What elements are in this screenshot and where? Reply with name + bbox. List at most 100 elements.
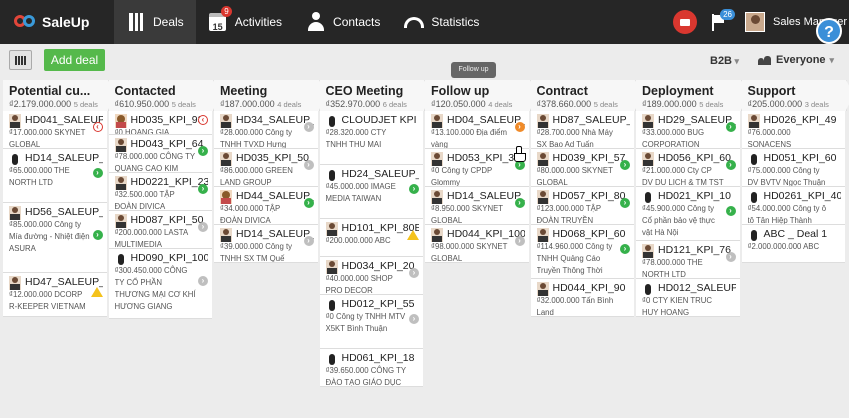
next-activity-icon[interactable] [514,198,525,208]
next-activity-icon[interactable] [303,198,314,208]
deal-card[interactable]: HD04_SALEUP_10 ₫13.100.000 Địa điểm vàng [425,111,529,149]
deal-details: ₫0 Công ty TNHH MTV X5KT Bình Thuận [325,312,406,333]
next-activity-icon[interactable] [620,198,630,208]
no-activity-icon[interactable] [409,268,419,278]
stage-header[interactable]: Deployment ₫189.000.000 5 deals [636,80,748,111]
deal-card[interactable]: HD090_KPI_100 ₫300.450.000 CÔNG TY CỔ PHẦ… [108,249,212,319]
deal-card[interactable]: HD057_KPI_80 ₫123.000.000 TẬP ĐOÀN TRUYỀN… [530,187,634,225]
help-button[interactable]: ? [816,18,842,44]
video-call-icon[interactable] [673,10,697,34]
overdue-activity-icon[interactable] [198,115,208,125]
next-activity-icon[interactable] [92,230,103,240]
pipeline-view-toggle[interactable] [9,50,32,70]
pipeline-select[interactable]: B2B [710,55,739,67]
app-logo[interactable]: SaleUp [14,14,114,30]
deal-card[interactable]: HD87_SALEUP_20 ₫28.700.000 Nhà Máy SX Bao… [530,111,634,149]
deal-details: ₫21.000.000 Cty CP DV DU LICH & TM TST –… [642,166,724,187]
deal-card[interactable]: HD043_KPI_64 ₫78.000.000 CÔNG TY QUANG CA… [108,135,212,173]
no-activity-icon[interactable] [303,236,314,246]
deal-card[interactable]: HD034_KPI_20 ₫40.000.000 SHOP PRO DECOR [319,257,423,295]
next-activity-icon[interactable] [198,184,208,194]
no-activity-icon[interactable] [198,222,208,232]
deal-card[interactable]: HD44_SALEUP_24 ₫34.000.000 TẬP ĐOÀN DIVIC… [214,187,318,225]
deal-details: ₫39.650.000 CÔNG TY ĐÀO TẠO GIÁO DỤC [325,366,406,387]
next-activity-icon[interactable] [620,244,630,254]
warning-icon[interactable] [90,287,103,297]
stage-header[interactable]: Support ₫205.000.000 3 deals [741,80,849,111]
deal-card[interactable]: HD101_KPI_80E ₫200.000.000 ABC [319,219,423,257]
owner-avatar-icon [536,282,549,296]
deal-card[interactable]: HD0221_KPI_23 ₫32.500.000 TẬP ĐOÀN DIVICA… [108,173,212,211]
owner-filter[interactable]: Everyone [758,54,834,66]
stage-header[interactable]: Contract ₫378.660.000 5 deals [530,80,643,111]
no-activity-icon[interactable] [303,160,314,170]
deal-card[interactable]: HD056_KPI_60 ₫21.000.000 Cty CP DV DU LIC… [636,149,740,187]
deal-card[interactable]: HD021_KPI_10 ₫45.900.000 Công ty Cổ phần … [636,187,740,241]
next-activity-icon[interactable] [620,160,630,170]
deal-title: HD0261_KPI_40 [763,190,842,202]
deal-card[interactable]: HD051_KPI_60 ₫75.000.000 Công ty DV BVTV … [741,149,845,187]
deal-card[interactable]: HD56_SALEUP_43 ₫85.000.000 Công ty Mía đư… [3,203,107,273]
no-activity-icon[interactable] [409,314,419,324]
no-activity-icon[interactable] [198,276,208,286]
nav-statistics[interactable]: Statistics [392,0,491,44]
next-activity-icon[interactable] [725,160,736,170]
deal-card[interactable]: HD041_SALEUP_10 ₫17.000.000 SKYNET GLOBAL [3,111,107,149]
deal-card[interactable]: HD14_SALEUP_23 ₫39.000.000 Công ty TNHH S… [214,225,318,263]
no-activity-icon[interactable] [514,236,525,246]
deal-card[interactable]: HD14_SALEUP_10 ₫8.950.000 SKYNET GLOBAL [425,187,529,225]
deal-card[interactable]: ABC _ Deal 1 ₫2.000.000.000 ABC [741,225,845,263]
next-activity-icon[interactable] [198,146,208,156]
stage-header[interactable]: Meeting ₫187.000.000 4 deals [214,80,326,111]
deal-card[interactable]: HD044_KPI_90 ₫32.000.000 Tấn Bình Land [530,279,634,317]
notifications-flag-icon[interactable]: 26 [709,9,735,33]
deal-card[interactable]: HD035_KPI_50 ₫86.000.000 GREEN LAND GROUP [214,149,318,187]
nav-contacts[interactable]: Contacts [294,0,392,44]
next-activity-icon[interactable] [409,184,419,194]
overdue-activity-icon[interactable] [92,122,103,132]
owner-avatar-icon [431,114,443,128]
nav-activities[interactable]: 15 9 Activities [196,0,294,44]
deal-title: HD035_KPI_93 [130,114,204,126]
stage-column: CEO Meeting ₫352.970.000 6 deals CLOUDJET … [319,80,432,418]
deal-card[interactable]: HD039_KPI_57 ₫80.000.000 SKYNET GLOBAL [530,149,634,187]
deal-card[interactable]: HD061_KPI_18 ₫39.650.000 CÔNG TY ĐÀO TẠO … [319,349,423,387]
stage-header[interactable]: Follow up ₫120.050.000 4 deals [425,80,537,111]
owner-avatar-icon [431,190,443,204]
next-activity-icon[interactable] [92,168,103,178]
user-avatar[interactable] [745,12,765,32]
add-deal-button[interactable]: Add deal [44,49,105,71]
deal-card[interactable]: CLOUDJET KPI 20NV ₫28.320.000 CTY TNHH TH… [319,111,423,165]
deal-card[interactable]: HD121_KPI_76 ₫78.000.000 THE NORTH LTD [636,241,740,279]
deal-card[interactable]: HD29_SALEUP_20 ₫33.000.000 BUG CORPORATIO… [636,111,740,149]
owner-avatar-icon [220,190,232,204]
deal-card[interactable]: HD087_KPI_50 ₫200.000.000 LASTA MULTIMEDI… [108,211,212,249]
no-activity-icon[interactable] [725,252,736,262]
deal-card[interactable]: HD34_SALEUP_20 ₫28.000.000 Công ty TNHH T… [214,111,318,149]
deal-card[interactable]: HD24_SALEUP_30 ₫45.000.000 IMAGE MEDIA TA… [319,165,423,219]
warning-icon[interactable] [407,230,419,240]
next-activity-icon[interactable] [725,122,736,132]
deal-card[interactable]: HD14_SALEUP_30 ₫65.000.000 THE NORTH LTD [3,149,107,203]
stage-header[interactable]: Contacted ₫610.950.000 5 deals [108,80,221,111]
today-activity-icon[interactable] [514,122,525,132]
owner-avatar-icon [220,114,232,128]
deal-card[interactable]: HD0261_KPI_40 ₫54.000.000 Công ty ô tô Tâ… [741,187,845,225]
nav-deals[interactable]: Deals [114,0,196,44]
deal-card[interactable]: HD012_SALEUP_10 ₫0 CTY KIEN TRUC HUY HOAN… [636,279,740,317]
deal-card[interactable]: HD026_KPI_49 ₫76.000.000 SONACENS CONSTRU… [741,111,845,149]
stage-header[interactable]: Potential cu... ₫2.179.000.000 5 deals [3,80,115,111]
no-activity-icon[interactable] [303,122,314,132]
stage-column: Meeting₫187.000.000 4 dealsHD34_SALEUP_2… [214,80,326,418]
stage-summary: ₫352.970.000 6 deals [326,99,417,109]
deal-card[interactable]: HD068_KPI_60 ₫114.960.000 Công ty TNHH Qu… [530,225,634,279]
deal-card[interactable]: HD012_KPI_55 ₫0 Công ty TNHH MTV X5KT Bìn… [319,295,423,349]
stage-header[interactable]: CEO Meeting ₫352.970.000 6 deals [319,80,432,111]
next-activity-icon[interactable] [725,206,736,216]
deal-card[interactable]: HD035_KPI_93 ₫0 HOANG GIA HOSPITAL [108,111,212,135]
deal-card[interactable]: HD053_KPI_34 ₫0 Công ty CPDP Glommy [425,149,529,187]
deal-card[interactable]: HD47_SALEUP_10 ₫12.000.000 DCORP R-KEEPER… [3,273,107,317]
stage-title: Follow up [431,84,490,98]
deal-card[interactable]: HD044_KPI_100 ₫98.000.000 SKYNET GLOBAL [425,225,529,263]
deal-title: HD04_SALEUP_10 [447,114,525,126]
